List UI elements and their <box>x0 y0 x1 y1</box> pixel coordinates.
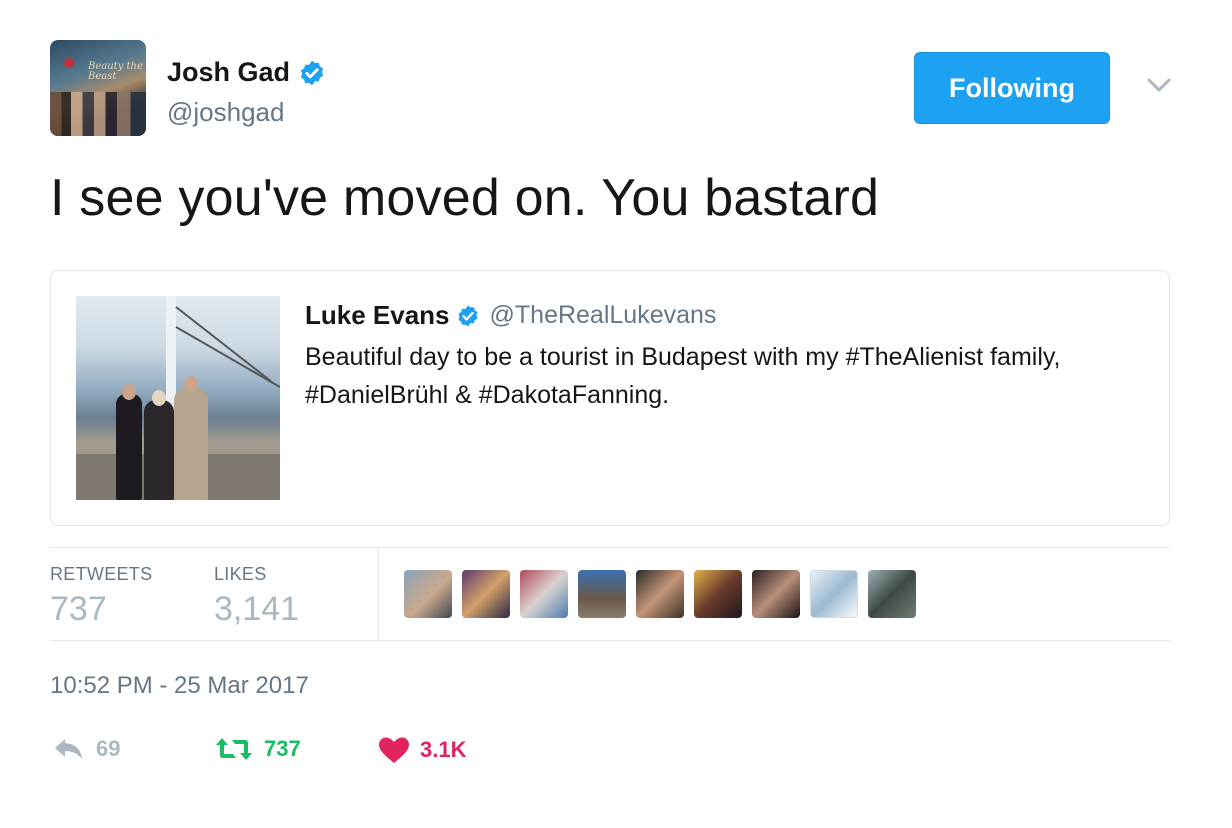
divider <box>50 547 1170 548</box>
author-avatar[interactable]: Beauty the Beast <box>50 40 146 136</box>
quoted-tweet-photo[interactable] <box>76 296 280 500</box>
chevron-down-icon[interactable] <box>1146 76 1172 94</box>
verified-badge-icon <box>458 305 478 326</box>
following-button[interactable]: Following <box>914 52 1110 124</box>
rose-graphic <box>64 58 74 68</box>
author-name-row[interactable]: Josh Gad <box>167 57 326 88</box>
quoted-author-name[interactable]: Luke Evans <box>305 300 450 331</box>
likes-count[interactable]: 3,141 <box>214 590 299 629</box>
reply-count: 69 <box>96 736 121 761</box>
liker-avatar[interactable] <box>578 570 626 618</box>
retweets-count[interactable]: 737 <box>50 590 107 629</box>
person-figure <box>144 400 174 500</box>
liker-avatar[interactable] <box>810 570 858 618</box>
person-head <box>184 376 198 392</box>
bridge-cable <box>175 306 272 382</box>
person-head <box>122 384 136 400</box>
liker-avatar[interactable] <box>404 570 452 618</box>
liker-avatars <box>404 570 916 618</box>
liker-avatar[interactable] <box>636 570 684 618</box>
liker-avatar[interactable] <box>462 570 510 618</box>
retweet-action[interactable]: 737 <box>214 736 301 762</box>
liker-avatar[interactable] <box>520 570 568 618</box>
heart-icon <box>379 737 409 763</box>
person-figure <box>116 394 142 500</box>
divider <box>378 548 379 640</box>
avatar-figures <box>50 92 146 136</box>
quoted-tweet-text: Beautiful day to be a tourist in Budapes… <box>305 343 1061 409</box>
quoted-author-handle[interactable]: @TheRealLukevans <box>490 301 717 330</box>
retweet-count: 737 <box>264 736 301 761</box>
reply-action[interactable]: 69 <box>52 736 120 762</box>
likes-label[interactable]: LIKES <box>214 564 267 585</box>
author-handle[interactable]: @joshgad <box>167 97 284 128</box>
retweet-icon <box>216 738 252 760</box>
divider <box>50 640 1170 641</box>
like-count: 3.1K <box>420 737 467 762</box>
author-name[interactable]: Josh Gad <box>167 57 290 88</box>
person-head <box>152 390 166 406</box>
tweet-text: I see you've moved on. You bastard <box>50 169 880 227</box>
liker-avatar[interactable] <box>868 570 916 618</box>
like-action[interactable]: 3.1K <box>378 736 466 764</box>
quoted-author-row[interactable]: Luke Evans @TheRealLukevans <box>305 300 716 331</box>
person-figure <box>174 388 208 500</box>
tweet-timestamp[interactable]: 10:52 PM - 25 Mar 2017 <box>50 672 309 700</box>
retweets-label[interactable]: RETWEETS <box>50 564 152 585</box>
liker-avatar[interactable] <box>752 570 800 618</box>
liker-avatar[interactable] <box>694 570 742 618</box>
avatar-logo-text: Beauty the Beast <box>88 61 143 82</box>
reply-icon <box>55 739 82 759</box>
verified-badge-icon <box>300 60 324 85</box>
